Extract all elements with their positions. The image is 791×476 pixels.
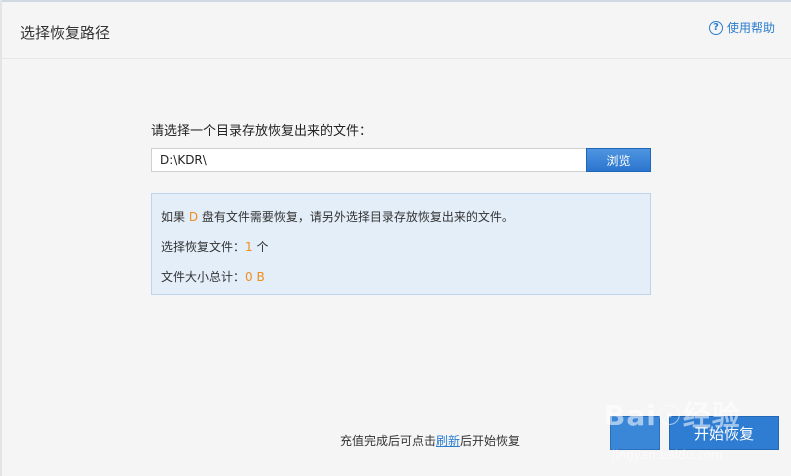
page-title: 选择恢复路径: [20, 24, 111, 42]
window-left-border: [0, 0, 2, 476]
select-directory-prompt: 请选择一个目录存放恢复出来的文件：: [151, 124, 373, 139]
total-size-line: 文件大小总计：0 B: [161, 270, 265, 284]
selected-count: 1: [245, 240, 253, 254]
start-recovery-button[interactable]: 开始恢复: [669, 416, 779, 450]
recharge-note: 充值完成后可点击刷新后开始恢复: [340, 434, 521, 448]
question-circle-icon: ?: [708, 20, 723, 35]
path-input[interactable]: [151, 148, 586, 172]
drive-letter: D: [188, 210, 199, 224]
selected-files-line: 选择恢复文件：1 个: [161, 240, 269, 254]
info-warning-line: 如果 D 盘有文件需要恢复，请另外选择目录存放恢复出来的文件。: [161, 210, 514, 224]
total-size-value: 0 B: [245, 270, 265, 284]
baidu-watermark-url: jingyan.baidu.com: [612, 448, 723, 462]
info-panel: 如果 D 盘有文件需要恢复，请另外选择目录存放恢复出来的文件。 选择恢复文件：1…: [151, 193, 651, 295]
browse-button[interactable]: 浏览: [586, 148, 651, 172]
help-link[interactable]: ? 使用帮助: [708, 19, 775, 36]
refresh-link[interactable]: 刷新: [436, 434, 460, 448]
back-button[interactable]: [610, 416, 660, 450]
header: 选择恢复路径 ? 使用帮助: [0, 2, 791, 59]
help-label: 使用帮助: [726, 21, 775, 35]
